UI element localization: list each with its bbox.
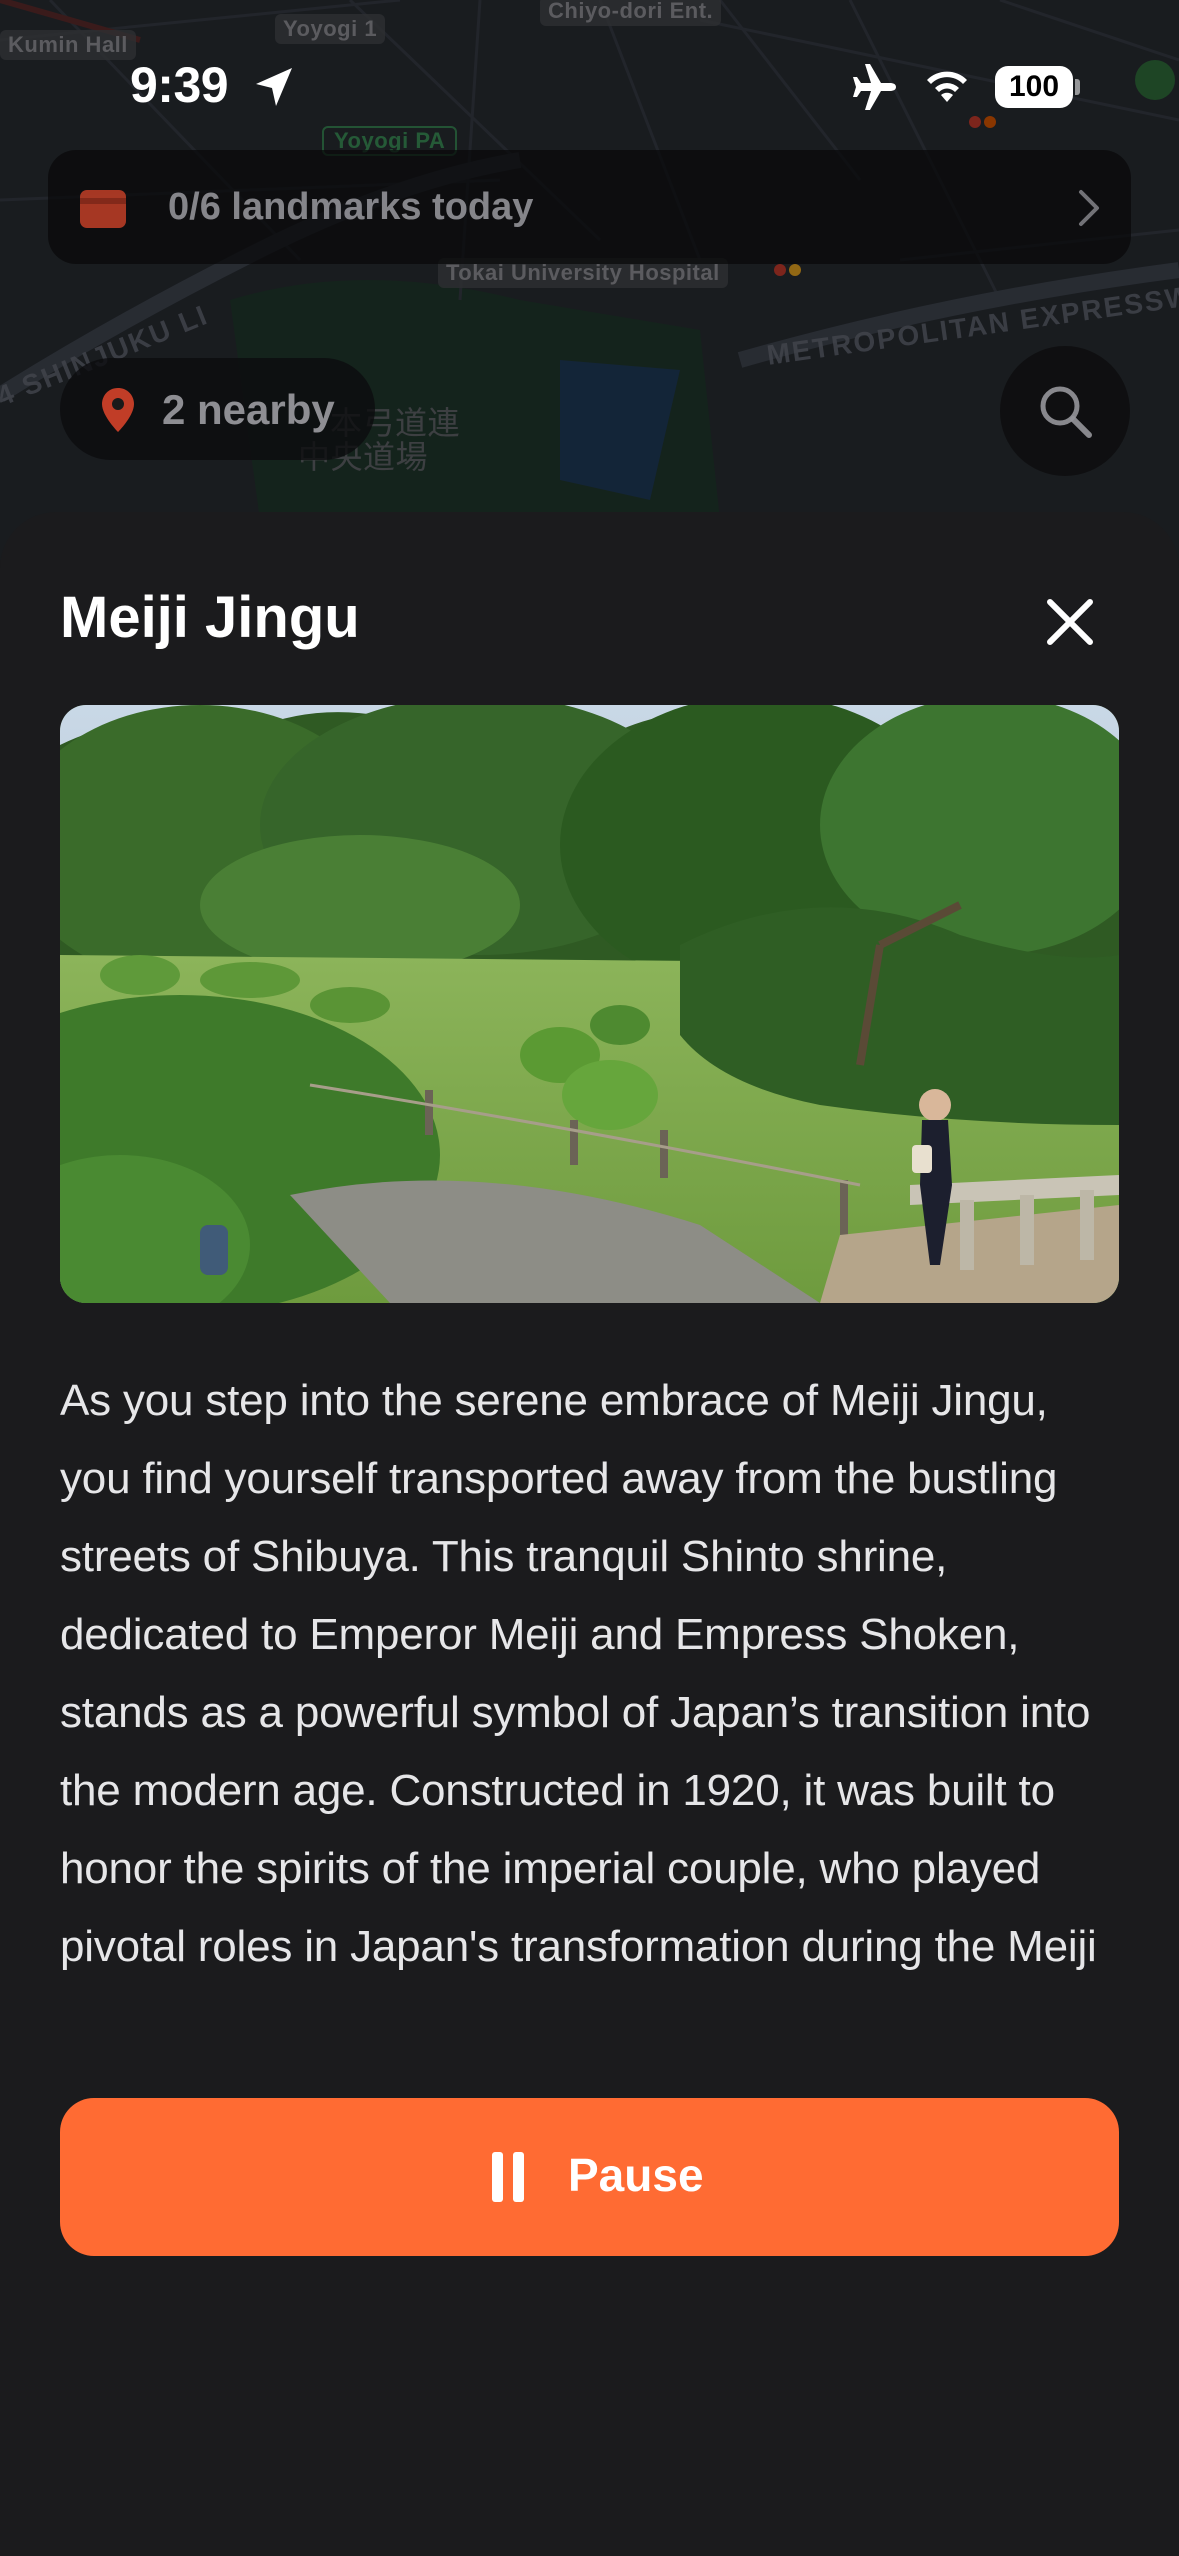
pause-label: Pause: [568, 2149, 704, 2201]
nearby-label: 2 nearby: [162, 386, 335, 433]
close-icon[interactable]: [1040, 592, 1100, 652]
airplane-icon: [853, 64, 896, 110]
search-icon: [1040, 386, 1092, 438]
landmarks-progress-label: 0/6 landmarks today: [168, 186, 534, 228]
chevron-right-icon: [1079, 190, 1099, 226]
search-button[interactable]: [1000, 346, 1130, 476]
nearby-button[interactable]: 2 nearby: [60, 358, 375, 460]
landmark-description-scroll[interactable]: As you step into the serene embrace of M…: [60, 1362, 1119, 2034]
landmark-photo: [60, 705, 1119, 1303]
location-arrow-icon: [256, 68, 292, 106]
landmarks-progress-bar[interactable]: 0/6 landmarks today: [48, 150, 1131, 264]
landmark-detail-sheet: Meiji Jingu As you step into the serene …: [0, 512, 1179, 2556]
ticket-icon: [80, 190, 126, 228]
landmark-title: Meiji Jingu: [60, 585, 360, 650]
pause-icon: [492, 2152, 524, 2202]
landmark-description: As you step into the serene embrace of M…: [60, 1376, 1097, 1971]
battery-icon: 100: [995, 66, 1073, 108]
wifi-icon: [927, 71, 967, 102]
garden-photo-illustration: [60, 705, 1119, 1303]
pause-button[interactable]: Pause: [60, 2098, 1119, 2256]
status-time: 9:39: [130, 57, 229, 113]
app-root: Kumin Hall Yoyogi 1 Chiyo-dori Ent. Yoyo…: [0, 0, 1179, 2556]
map-pin-icon: [102, 388, 134, 432]
battery-nub: [1075, 79, 1080, 95]
